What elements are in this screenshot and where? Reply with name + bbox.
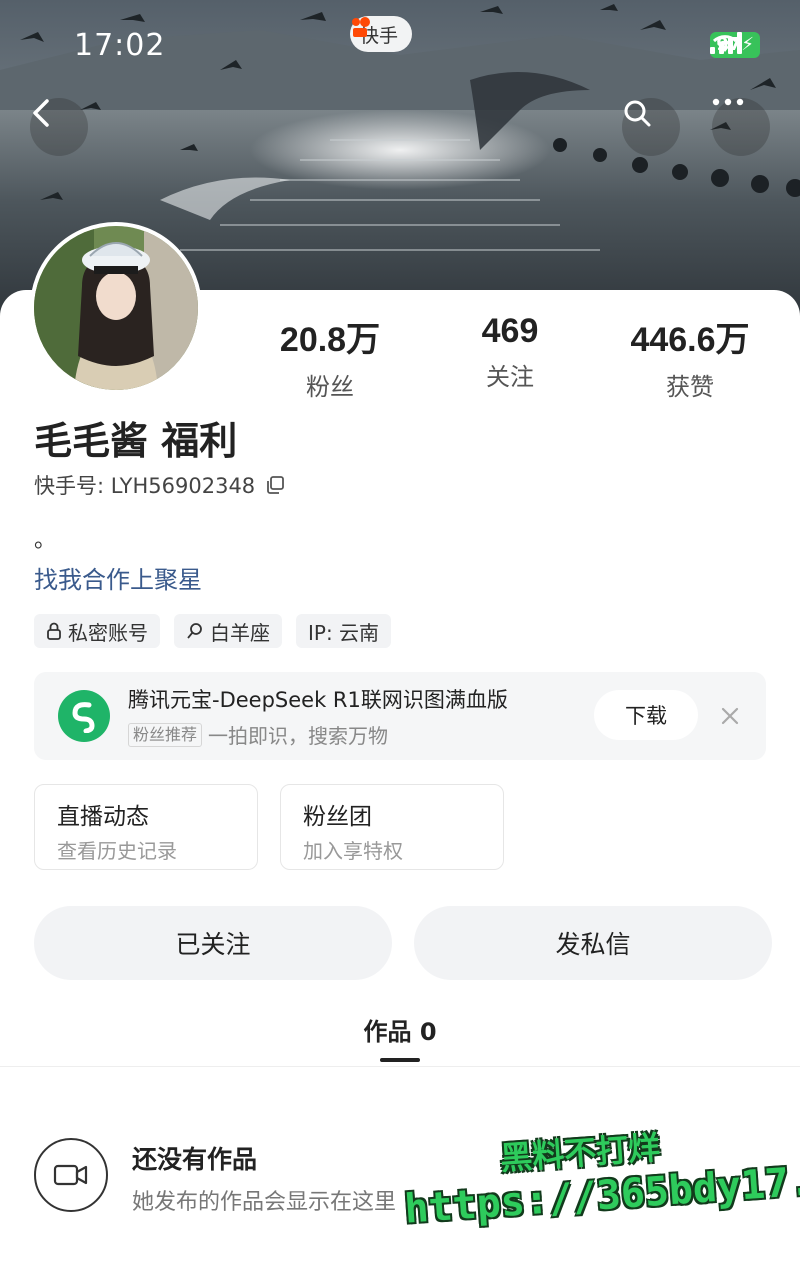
tag-label: 私密账号 <box>68 620 148 645</box>
tag-ip-location: IP: 云南 <box>296 614 392 648</box>
wifi-icon <box>713 35 738 52</box>
app-source-pill[interactable]: 快手 <box>350 16 413 52</box>
ad-title: 腾讯元宝-DeepSeek R1联网识图满血版 <box>128 688 508 712</box>
stat-following[interactable]: 469 关注 <box>420 312 600 402</box>
profile-name: 毛毛酱 福利 <box>34 419 238 463</box>
more-dots-icon <box>712 98 744 106</box>
aries-icon <box>187 623 202 639</box>
feature-subtitle: 加入享特权 <box>303 839 403 863</box>
fan-club-card[interactable]: 粉丝团 加入享特权 <box>280 784 504 870</box>
feature-title: 直播动态 <box>57 804 149 830</box>
following-count: 469 <box>481 312 539 350</box>
status-time: 17:02 <box>74 28 166 63</box>
ad-download-button[interactable]: 下载 <box>594 690 698 740</box>
kuaishou-logo-icon <box>352 17 370 37</box>
profile-tags: 私密账号 白羊座 IP: 云南 <box>34 614 392 648</box>
feature-subtitle: 查看历史记录 <box>57 839 177 863</box>
tag-private-account: 私密账号 <box>34 614 160 648</box>
status-icons: 97⚡ <box>710 32 760 58</box>
empty-state-icon-wrap <box>34 1138 108 1212</box>
ad-banner[interactable]: 腾讯元宝-DeepSeek R1联网识图满血版 粉丝推荐 一拍即识，搜索万物 下… <box>34 672 766 760</box>
stats-row: 20.8万 粉丝 469 关注 446.6万 获赞 <box>240 312 780 402</box>
likes-count: 446.6万 <box>630 321 750 359</box>
back-button[interactable] <box>30 98 88 156</box>
followers-count: 20.8万 <box>279 321 381 359</box>
yuanbao-swirl-icon <box>72 702 95 733</box>
tab-underline <box>380 1058 420 1062</box>
kuaishou-id: 快手号: LYH56902348 <box>34 474 256 498</box>
tab-works[interactable]: 作品 0 <box>0 1012 800 1047</box>
tag-label: IP: 云南 <box>308 620 380 645</box>
feature-title: 粉丝团 <box>303 804 372 830</box>
charging-bolt-icon: ⚡ <box>741 34 754 55</box>
tab-divider <box>0 1066 800 1067</box>
cooperation-link[interactable]: 找我合作上聚星 <box>34 560 202 595</box>
close-icon[interactable] <box>718 704 742 728</box>
chevron-left-icon <box>33 99 49 127</box>
lock-icon <box>47 622 61 640</box>
stat-followers[interactable]: 20.8万 粉丝 <box>240 312 420 402</box>
search-button[interactable] <box>622 98 680 156</box>
more-button[interactable] <box>712 98 770 156</box>
profile-bio: 。 <box>34 528 57 553</box>
kuaishou-id-row: 快手号: LYH56902348 <box>34 470 285 500</box>
followers-label: 粉丝 <box>306 373 354 401</box>
yuanbao-logo-icon <box>58 690 110 742</box>
tag-zodiac: 白羊座 <box>174 614 282 648</box>
ad-subtitle-row: 粉丝推荐 一拍即识，搜索万物 <box>128 720 388 749</box>
copy-icon[interactable] <box>265 475 285 495</box>
empty-state-title: 还没有作品 <box>132 1145 258 1174</box>
ad-subtitle: 一拍即识，搜索万物 <box>208 724 389 748</box>
avatar[interactable] <box>30 222 202 394</box>
likes-label: 获赞 <box>666 373 714 401</box>
message-button[interactable]: 发私信 <box>414 906 772 980</box>
video-camera-icon <box>53 1164 88 1186</box>
followed-button[interactable]: 已关注 <box>34 906 392 980</box>
tag-label: 白羊座 <box>210 620 270 645</box>
stat-likes[interactable]: 446.6万 获赞 <box>600 312 780 402</box>
live-history-card[interactable]: 直播动态 查看历史记录 <box>34 784 258 870</box>
empty-state-subtitle: 她发布的作品会显示在这里 <box>132 1190 397 1215</box>
following-label: 关注 <box>486 363 534 391</box>
search-icon <box>624 100 651 127</box>
avatar-photo <box>34 226 198 390</box>
ad-badge: 粉丝推荐 <box>128 722 203 747</box>
